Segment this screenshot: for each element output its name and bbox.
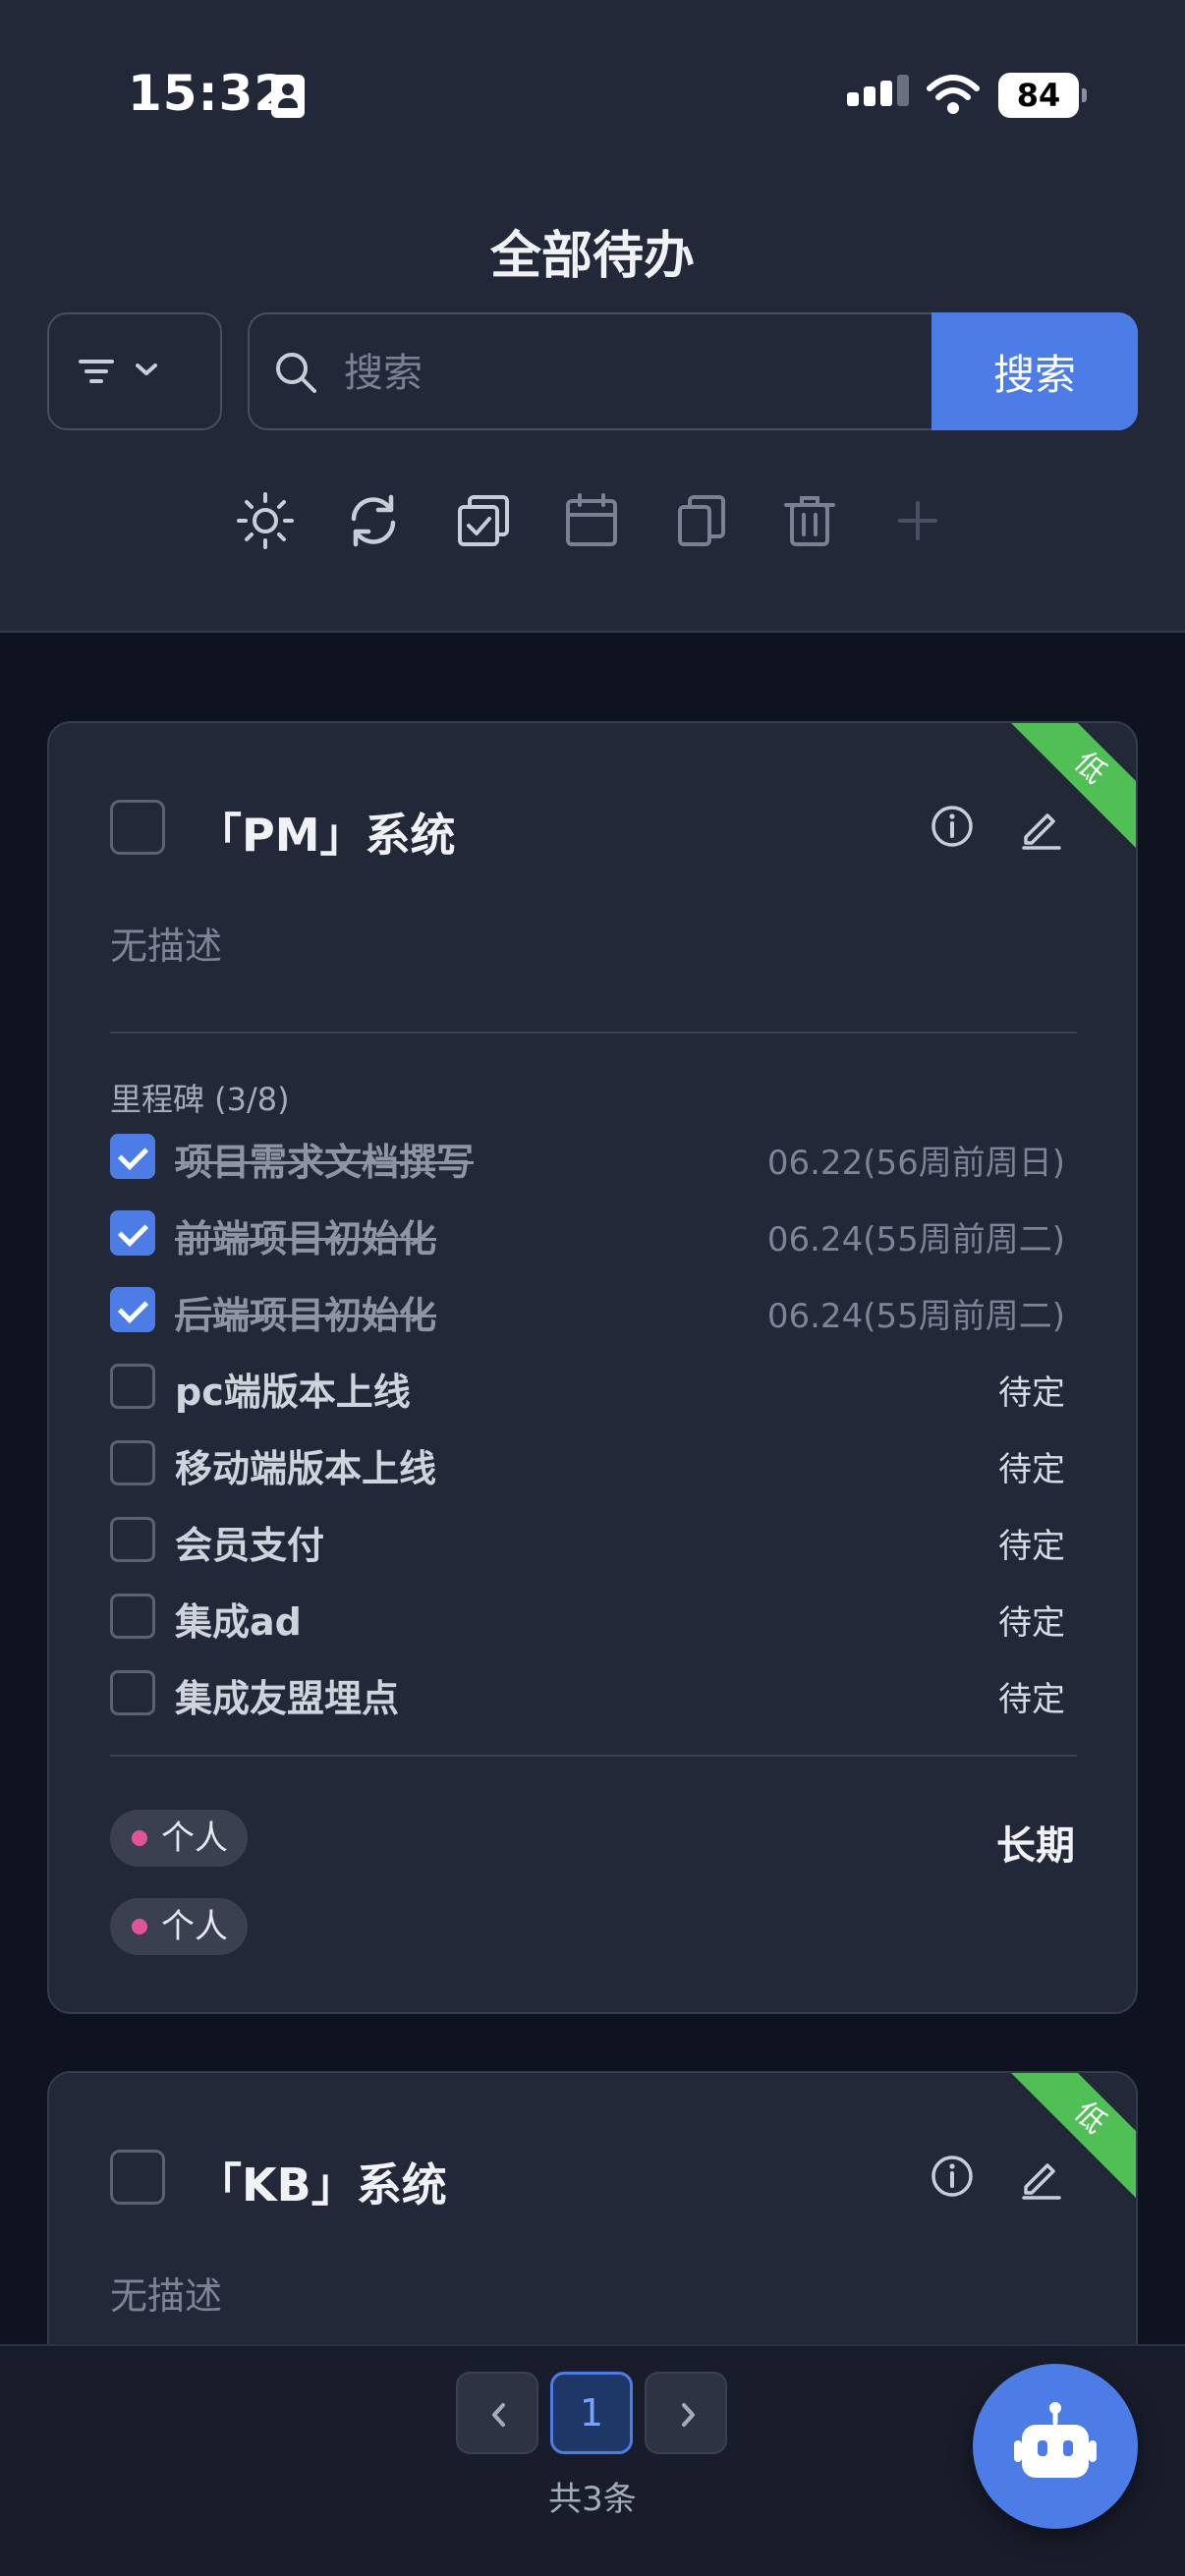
status-time: 15:32 (128, 65, 290, 122)
term-label: 长期 (996, 1823, 1075, 1869)
page-number-button[interactable]: 1 (550, 2372, 633, 2454)
category-tag[interactable]: 个人 (110, 1810, 248, 1867)
milestone-checkbox[interactable] (110, 1287, 155, 1332)
milestone-item[interactable]: 集成友盟埋点 待定 (110, 1664, 1077, 1723)
search-input[interactable] (344, 332, 894, 415)
milestone-checkbox[interactable] (110, 1210, 155, 1256)
todo-list[interactable]: 低 「PM」系统 无描述 里程碑 (3/8) 项目需求文档撰写 06.22(56… (0, 635, 1185, 2346)
refresh-icon[interactable] (344, 491, 403, 550)
chevron-down-icon (136, 364, 157, 375)
milestone-label: 集成友盟埋点 (175, 1677, 400, 1720)
milestone-header: 里程碑 (3/8) (110, 1081, 290, 1118)
plus-icon[interactable] (888, 491, 947, 550)
divider (110, 1755, 1077, 1757)
milestone-date: 待定 (998, 1680, 1065, 1719)
milestone-date: 待定 (998, 1603, 1065, 1643)
milestone-label: 后端项目初始化 (175, 1294, 437, 1337)
next-page-button[interactable] (645, 2372, 727, 2454)
info-icon[interactable] (928, 802, 977, 851)
milestone-item[interactable]: 后端项目初始化 06.24(55周前周二) (110, 1281, 1077, 1340)
milestone-date: 06.22(56周前周日) (766, 1144, 1065, 1183)
contact-card-icon (271, 75, 305, 118)
card-title: 「PM」系统 (197, 809, 456, 862)
chevron-right-icon (682, 2403, 695, 2427)
edit-icon[interactable] (1016, 2152, 1065, 2201)
milestone-label: 项目需求文档撰写 (175, 1141, 475, 1184)
milestone-item[interactable]: 移动端版本上线 待定 (110, 1434, 1077, 1493)
prev-page-button[interactable] (456, 2372, 538, 2454)
milestone-checkbox[interactable] (110, 1134, 155, 1179)
trash-icon[interactable] (780, 491, 839, 550)
milestone-label: pc端版本上线 (175, 1371, 411, 1414)
multi-select-icon[interactable] (454, 491, 513, 550)
todo-checkbox[interactable] (110, 2150, 165, 2205)
robot-icon (1014, 2402, 1097, 2478)
milestone-label: 会员支付 (175, 1524, 325, 1567)
milestone-item[interactable]: 会员支付 待定 (110, 1511, 1077, 1570)
sun-icon[interactable] (236, 491, 295, 550)
todo-card[interactable]: 低 「KB」系统 无描述 (47, 2071, 1138, 2346)
milestone-date: 06.24(55周前周二) (766, 1297, 1065, 1336)
header: 15:32 84 全部待办 搜索 (0, 0, 1185, 633)
milestone-item[interactable]: 项目需求文档撰写 06.22(56周前周日) (110, 1128, 1077, 1187)
milestone-item[interactable]: 集成ad 待定 (110, 1588, 1077, 1647)
assistant-bot-button[interactable] (973, 2364, 1138, 2529)
milestone-checkbox[interactable] (110, 1364, 155, 1409)
copy-icon[interactable] (672, 491, 731, 550)
milestone-date: 待定 (998, 1450, 1065, 1489)
milestone-checkbox[interactable] (110, 1670, 155, 1715)
page-title: 全部待办 (489, 227, 695, 286)
filter-icon (79, 360, 157, 383)
milestone-date: 06.24(55周前周二) (766, 1220, 1065, 1260)
category-tag[interactable]: 个人 (110, 1898, 248, 1955)
milestone-date: 待定 (998, 1527, 1065, 1566)
milestone-label: 移动端版本上线 (175, 1447, 437, 1490)
search-button[interactable]: 搜索 (931, 312, 1138, 430)
edit-icon[interactable] (1016, 802, 1065, 851)
search-icon (276, 353, 316, 393)
card-title: 「KB」系统 (197, 2158, 447, 2212)
milestone-checkbox[interactable] (110, 1440, 155, 1485)
todo-checkbox[interactable] (110, 800, 165, 855)
status-bar: 15:32 84 (0, 0, 1185, 196)
filter-dropdown-button[interactable] (47, 312, 222, 430)
milestone-label: 集成ad (175, 1600, 302, 1644)
cellular-signal-icon (847, 75, 910, 116)
milestone-checkbox[interactable] (110, 1594, 155, 1639)
calendar-icon[interactable] (562, 491, 621, 550)
divider (110, 1032, 1077, 1034)
milestone-date: 待定 (998, 1373, 1065, 1413)
card-description: 无描述 (110, 924, 223, 968)
milestone-checkbox[interactable] (110, 1517, 155, 1562)
todo-card[interactable]: 低 「PM」系统 无描述 里程碑 (3/8) 项目需求文档撰写 06.22(56… (47, 721, 1138, 2014)
battery-indicator: 84 (998, 73, 1087, 118)
milestone-label: 前端项目初始化 (175, 1217, 437, 1260)
info-icon[interactable] (928, 2152, 977, 2201)
milestone-item[interactable]: 前端项目初始化 06.24(55周前周二) (110, 1204, 1077, 1263)
milestone-item[interactable]: pc端版本上线 待定 (110, 1358, 1077, 1417)
search-field[interactable] (248, 312, 931, 430)
wifi-icon (927, 75, 980, 114)
chevron-left-icon (492, 2403, 505, 2427)
card-description: 无描述 (110, 2274, 223, 2318)
